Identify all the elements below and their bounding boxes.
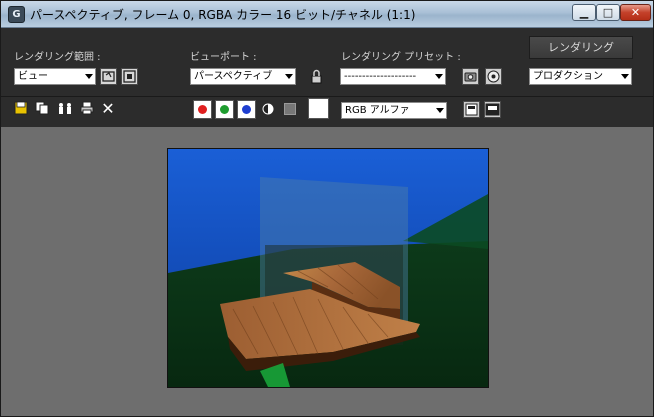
viewport-value: パースペクティブ	[194, 71, 273, 82]
frame-window-icon[interactable]	[463, 101, 480, 118]
toolbar-divider	[1, 96, 653, 97]
render-canvas[interactable]	[167, 148, 489, 388]
maximize-button[interactable]: □	[596, 4, 620, 21]
render-mode-dropdown[interactable]: プロダクション	[529, 68, 632, 85]
render-mode-value: プロダクション	[533, 71, 603, 82]
edit-region-icon[interactable]	[100, 68, 117, 85]
color-swatch[interactable]	[308, 98, 329, 119]
render-area-value: ビュー	[18, 71, 48, 82]
blue-channel-dot	[242, 105, 251, 114]
green-channel-dot	[220, 105, 229, 114]
app-icon[interactable]: G	[8, 6, 25, 23]
channel-dropdown[interactable]: RGB アルファ	[341, 102, 447, 119]
title-bar[interactable]: G パースペクティブ, フレーム 0, RGBA カラー 16 ビット/チャネル…	[1, 1, 653, 28]
window-title: パースペクティブ, フレーム 0, RGBA カラー 16 ビット/チャネル (…	[30, 8, 416, 22]
render-frame-window: G パースペクティブ, フレーム 0, RGBA カラー 16 ビット/チャネル…	[0, 0, 654, 417]
viewport-dropdown[interactable]: パースペクティブ	[190, 68, 296, 85]
auto-region-icon[interactable]	[121, 68, 138, 85]
close-button[interactable]: ✕	[620, 4, 651, 21]
blue-channel-button[interactable]	[237, 100, 256, 119]
mono-icon[interactable]	[261, 102, 275, 116]
chevron-down-icon	[85, 74, 93, 79]
save-icon[interactable]	[13, 101, 29, 117]
green-channel-button[interactable]	[215, 100, 234, 119]
alpha-icon[interactable]	[284, 103, 296, 115]
channel-value: RGB アルファ	[345, 105, 410, 116]
print-icon[interactable]	[79, 101, 95, 117]
minimize-button[interactable]: ▁	[572, 4, 596, 21]
render-button[interactable]: レンダリング	[529, 36, 633, 59]
copy-icon[interactable]	[34, 101, 50, 117]
lock-icon[interactable]	[308, 68, 325, 85]
environment-icon[interactable]	[462, 68, 479, 85]
clone-icon[interactable]	[55, 101, 75, 117]
chevron-down-icon	[621, 74, 629, 79]
chevron-down-icon	[285, 74, 293, 79]
render-area-label: レンダリング範囲 :	[14, 52, 101, 63]
render-area-dropdown[interactable]: ビュー	[14, 68, 96, 85]
viewport-label: ビューポート :	[190, 52, 257, 63]
red-channel-dot	[198, 105, 207, 114]
preset-value: --------------------	[344, 71, 417, 82]
render-setup-icon[interactable]	[485, 68, 502, 85]
clear-icon[interactable]: ✕	[100, 101, 116, 117]
preset-label: レンダリング プリセット :	[341, 52, 461, 63]
chevron-down-icon	[436, 108, 444, 113]
preset-dropdown[interactable]: --------------------	[340, 68, 446, 85]
chevron-down-icon	[435, 74, 443, 79]
red-channel-button[interactable]	[193, 100, 212, 119]
split-icon[interactable]	[484, 101, 501, 118]
